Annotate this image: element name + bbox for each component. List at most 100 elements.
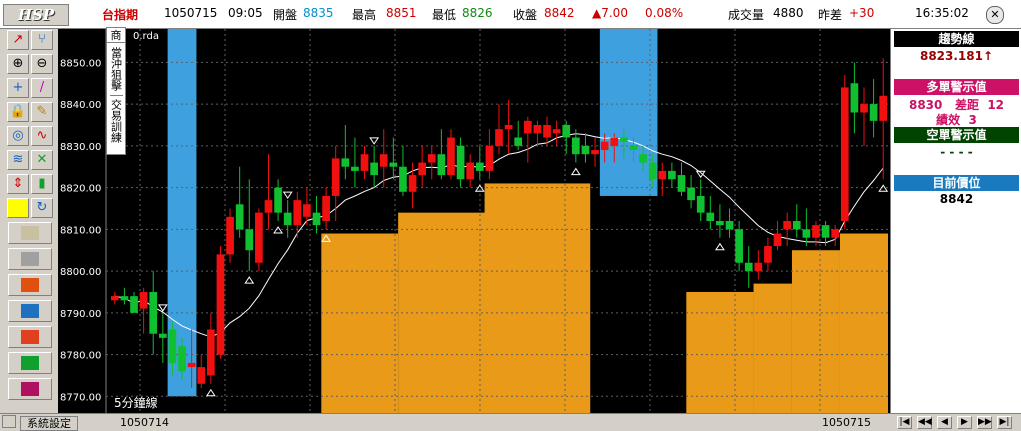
target-icon[interactable]: ◎ bbox=[7, 126, 29, 146]
current-title: 目前價位 bbox=[894, 175, 1019, 191]
candle-body bbox=[821, 225, 830, 238]
candle-body bbox=[274, 187, 282, 213]
nav-first-button[interactable]: |◀ bbox=[897, 416, 912, 429]
long-perf-row: 績效 3 bbox=[894, 111, 1019, 128]
volume-label: 成交量 bbox=[728, 8, 765, 22]
low-label: 最低 bbox=[432, 8, 457, 22]
logo: HSP bbox=[3, 4, 69, 26]
price-chart[interactable]: 8770.00 8780.00 8790.00 8800.00 8810.00 8820.… bbox=[58, 27, 890, 413]
grid-icon[interactable] bbox=[8, 326, 52, 348]
candle-body bbox=[706, 212, 715, 221]
candle-body bbox=[485, 145, 494, 171]
nav-back-button[interactable]: ◀ bbox=[937, 416, 952, 429]
candle-body bbox=[648, 162, 657, 180]
candle-body bbox=[562, 125, 571, 138]
candle-body bbox=[130, 296, 138, 313]
pencil-icon[interactable]: ✎ bbox=[31, 102, 53, 122]
cross-icon[interactable]: + bbox=[7, 78, 29, 98]
slash-icon[interactable]: / bbox=[31, 78, 53, 98]
tab-daytrade-snipe[interactable]: 當沖狙擊 bbox=[109, 43, 123, 96]
candle-body bbox=[668, 170, 676, 180]
candle-body bbox=[620, 137, 628, 142]
candle-body bbox=[437, 154, 446, 176]
candle-body bbox=[504, 125, 513, 130]
monitor-icon[interactable] bbox=[8, 300, 52, 322]
candle-body bbox=[879, 95, 888, 121]
tab-merchant[interactable]: 商 bbox=[107, 28, 125, 43]
quote-bar: HSP 台指期 1050715 09:05 開盤 8835 最高 8851 最低… bbox=[0, 0, 1021, 29]
candle-body bbox=[687, 187, 695, 201]
nav-forward-button[interactable]: ▶ bbox=[957, 416, 972, 429]
settings-icon[interactable] bbox=[2, 415, 16, 428]
candle-body bbox=[120, 296, 129, 301]
candle-body bbox=[456, 145, 465, 180]
candle-body bbox=[600, 141, 609, 151]
scissors-icon[interactable] bbox=[8, 248, 52, 270]
candle-body bbox=[379, 154, 388, 167]
candle-body bbox=[792, 221, 801, 230]
buy-signal-marker bbox=[273, 226, 284, 234]
candle-body bbox=[447, 137, 455, 176]
candle-body bbox=[639, 154, 647, 163]
stop-icon[interactable] bbox=[8, 274, 52, 296]
tab-training[interactable]: 交易訓練 bbox=[110, 96, 123, 146]
candle-body bbox=[331, 158, 340, 196]
candle-body bbox=[716, 221, 724, 226]
nav-fast-forward-button[interactable]: ▶▶ bbox=[977, 416, 992, 429]
y-tick-label: 8830.00 bbox=[60, 142, 101, 153]
gloves-icon[interactable] bbox=[8, 352, 52, 374]
buy-signal-marker bbox=[878, 184, 889, 192]
settings-button[interactable]: 系統設定 bbox=[20, 416, 78, 431]
zoom-out-icon[interactable]: ⊖ bbox=[31, 54, 53, 74]
candle-body bbox=[399, 166, 407, 192]
candle-body bbox=[418, 162, 427, 176]
sell-signal-marker bbox=[369, 137, 380, 145]
long-band-2 bbox=[484, 183, 591, 413]
color-swatch-icon[interactable] bbox=[7, 198, 29, 218]
candle-body bbox=[754, 262, 763, 272]
close-value: 8842 bbox=[544, 6, 575, 20]
short-value: - - - - bbox=[940, 145, 973, 159]
candle-body bbox=[245, 229, 254, 251]
burst-icon[interactable] bbox=[8, 378, 52, 400]
candle-body bbox=[360, 154, 369, 171]
y-tick-label: 8780.00 bbox=[60, 351, 101, 362]
candle-body bbox=[591, 150, 599, 155]
candle-body bbox=[629, 145, 638, 151]
candle-body bbox=[408, 175, 417, 192]
close-icon[interactable]: ✕ bbox=[986, 6, 1004, 24]
candle-body bbox=[293, 200, 302, 226]
end-date: 1050715 bbox=[822, 416, 871, 429]
period-label: 5分鐘線 bbox=[114, 396, 158, 410]
candle-body bbox=[725, 221, 734, 230]
candle-body bbox=[812, 225, 820, 238]
long-value: 8830 bbox=[908, 98, 943, 112]
drawing-toolbar: ↗ ⑂ ⊕ ⊖ + / 🔒 ✎ ◎ ∿ ≋ ✕ ⇕ ▮ ↻ bbox=[0, 29, 59, 413]
candle-body bbox=[264, 200, 273, 213]
strategy-tabs: 商 當沖狙擊 交易訓練 bbox=[106, 27, 126, 155]
candle-body bbox=[149, 291, 158, 334]
candle-body bbox=[696, 195, 705, 213]
candle-body bbox=[226, 216, 234, 255]
crossing-icon[interactable]: ✕ bbox=[31, 150, 53, 170]
lock-icon[interactable]: 🔒 bbox=[7, 102, 29, 122]
updown-icon[interactable]: ⇕ bbox=[7, 174, 29, 194]
refresh-icon[interactable]: ↻ bbox=[31, 198, 53, 218]
nav-fast-back-button[interactable]: ◀◀ bbox=[917, 416, 932, 429]
open-value: 8835 bbox=[303, 6, 334, 20]
y-tick-label: 8770.00 bbox=[60, 392, 101, 403]
scissors-icon-glyph bbox=[21, 252, 39, 266]
candle-body bbox=[850, 83, 859, 113]
curve-icon[interactable]: ∿ bbox=[31, 126, 53, 146]
trend-line-icon[interactable]: ↗ bbox=[7, 30, 29, 50]
candles-icon[interactable]: ▮ bbox=[31, 174, 53, 194]
candle-body bbox=[389, 162, 398, 167]
folder-icon[interactable] bbox=[8, 222, 52, 244]
candle-body bbox=[351, 166, 359, 171]
candle-body bbox=[658, 170, 667, 180]
zoom-in-icon[interactable]: ⊕ bbox=[7, 54, 29, 74]
candle-body bbox=[840, 87, 849, 221]
nav-last-button[interactable]: ▶| bbox=[997, 416, 1012, 429]
fork-icon[interactable]: ⑂ bbox=[31, 30, 53, 50]
wave-icon[interactable]: ≋ bbox=[7, 150, 29, 170]
